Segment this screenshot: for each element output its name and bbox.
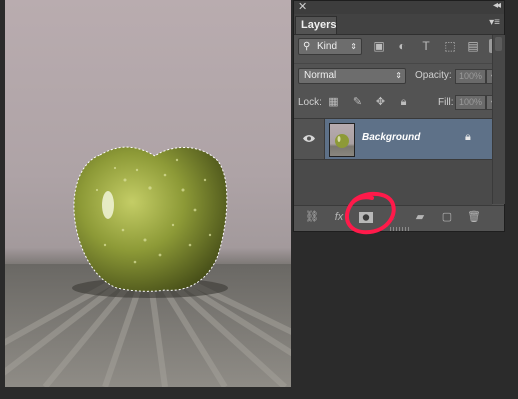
layer-thumbnail[interactable] <box>329 123 355 157</box>
layers-panel: ✕ ◂◂ Layers ▾≡ ⚲ Kind ⇕ ▣ ◐ T ⬚ ▤ Normal… <box>293 0 505 232</box>
opacity-field[interactable]: 100% <box>455 69 486 84</box>
shape-layer-filter-icon[interactable]: ⬚ <box>443 40 457 53</box>
eye-icon <box>303 135 315 142</box>
lock-position-icon[interactable]: ✥ <box>374 96 387 109</box>
lock-row: Lock: ▦ ✎ ✥ 🔒︎ Fill: 100% ▾ <box>294 91 504 115</box>
link-layers-icon[interactable]: ⛓ <box>304 209 320 225</box>
delete-layer-icon[interactable]: 🗑︎ <box>466 209 482 225</box>
scrollbar-thumb[interactable] <box>495 37 502 51</box>
blend-mode-select[interactable]: Normal ⇕ <box>298 68 406 84</box>
tab-layers-label: Layers <box>301 19 337 31</box>
apple-photo <box>5 146 291 387</box>
document-canvas[interactable] <box>5 0 291 387</box>
visibility-toggle[interactable] <box>294 119 325 159</box>
panel-title-bar: ✕ ◂◂ <box>294 0 504 15</box>
new-adjustment-layer-icon[interactable]: ◐ <box>385 209 401 225</box>
lock-label: Lock: <box>298 97 322 108</box>
lock-transparent-pixels-icon[interactable]: ▦ <box>327 96 340 109</box>
close-icon[interactable]: ✕ <box>298 0 307 13</box>
layer-row[interactable]: Background 🔒︎ <box>294 119 492 160</box>
blend-row: Normal ⇕ Opacity: 100% ▾ <box>294 63 504 88</box>
pixel-layer-filter-icon[interactable]: ▣ <box>372 40 386 53</box>
fill-label: Fill: <box>438 97 454 108</box>
lock-image-pixels-icon[interactable]: ✎ <box>351 96 364 109</box>
stepper-arrows-icon: ⇕ <box>350 42 357 51</box>
panel-menu-icon[interactable]: ▾≡ <box>489 17 500 28</box>
blend-mode-value: Normal <box>304 70 337 81</box>
layer-name[interactable]: Background <box>362 132 420 143</box>
stepper-arrows-icon: ⇕ <box>395 71 402 80</box>
panel-bottom-bar: ⛓ fx ◐ ▰ ▢ 🗑︎ <box>294 205 504 228</box>
filter-kind-label: Kind <box>317 41 338 52</box>
layer-lock-icon: 🔒︎ <box>465 131 471 143</box>
new-group-icon[interactable]: ▰ <box>412 209 428 225</box>
filter-kind-select[interactable]: ⚲ Kind ⇕ <box>298 38 362 55</box>
add-layer-mask-icon[interactable] <box>358 209 374 225</box>
adjustment-layer-filter-icon[interactable]: ◐ <box>395 40 409 53</box>
lock-all-icon[interactable]: 🔒︎ <box>397 96 410 109</box>
fill-field[interactable]: 100% <box>455 95 486 110</box>
new-layer-icon[interactable]: ▢ <box>439 209 455 225</box>
layers-list: Background 🔒︎ <box>294 118 492 205</box>
layers-scrollbar[interactable] <box>492 35 505 204</box>
filter-row: ⚲ Kind ⇕ ▣ ◐ T ⬚ ▤ <box>294 35 504 59</box>
layer-style-fx-icon[interactable]: fx <box>331 209 347 225</box>
search-icon: ⚲ <box>303 41 311 52</box>
tab-layers[interactable]: Layers <box>295 16 337 34</box>
opacity-label: Opacity: <box>415 70 452 81</box>
smart-object-filter-icon[interactable]: ▤ <box>466 40 480 53</box>
type-layer-filter-icon[interactable]: T <box>419 40 433 53</box>
apple-thumbnail-image <box>335 134 349 148</box>
panel-tab-row: Layers ▾≡ <box>294 14 504 35</box>
collapse-panel-icon[interactable]: ◂◂ <box>493 0 501 11</box>
panel-resize-grip[interactable] <box>390 227 410 231</box>
